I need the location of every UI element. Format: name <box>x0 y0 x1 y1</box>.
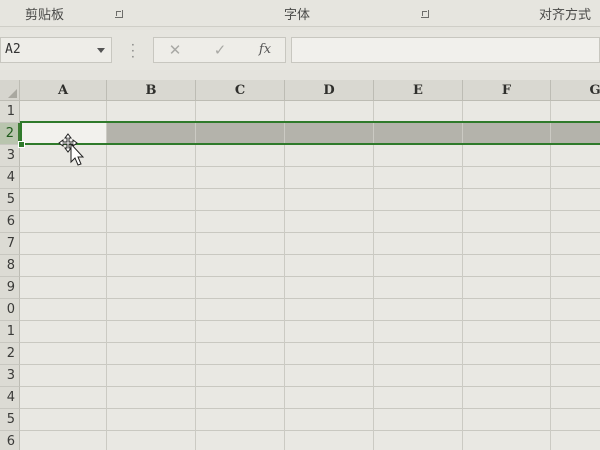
row-gridline <box>20 386 600 387</box>
font-launcher-icon[interactable] <box>421 10 429 18</box>
row-header[interactable]: 7 <box>0 233 20 255</box>
name-box[interactable]: A2 <box>0 37 112 63</box>
more-options-icon[interactable]: · · · <box>131 39 135 63</box>
column-header-a[interactable]: A <box>20 80 107 101</box>
row-gridline <box>20 166 600 167</box>
move-cursor-icon <box>58 133 85 166</box>
row-header[interactable]: 5 <box>0 189 20 211</box>
chevron-down-icon[interactable] <box>97 48 105 53</box>
row-gridline <box>20 342 600 343</box>
clipboard-launcher-icon[interactable] <box>115 10 123 18</box>
fill-handle[interactable] <box>18 141 25 148</box>
ribbon-group-bar: 剪贴板 字体 对齐方式 <box>0 0 600 27</box>
row-gridline <box>20 298 600 299</box>
row-header[interactable]: 4 <box>0 167 20 189</box>
ribbon-group-font: 字体 <box>284 8 311 23</box>
column-gridline <box>462 101 463 450</box>
column-gridline <box>284 101 285 450</box>
column-header-e[interactable]: E <box>374 80 463 101</box>
row-gridline <box>20 408 600 409</box>
column-header-c[interactable]: C <box>196 80 285 101</box>
row-gridline <box>20 188 600 189</box>
row-header[interactable]: 6 <box>0 211 20 233</box>
column-gridline <box>373 101 374 450</box>
row-header[interactable]: 6 <box>0 431 20 450</box>
ribbon-group-clipboard: 剪贴板 <box>25 8 65 23</box>
row-gridline <box>20 276 600 277</box>
formula-input[interactable] <box>291 37 600 63</box>
column-header-f[interactable]: F <box>463 80 551 101</box>
insert-function-button[interactable]: fx <box>250 40 280 60</box>
row-header[interactable]: 2 <box>0 123 20 145</box>
row-gridline <box>20 232 600 233</box>
spreadsheet-window: 剪贴板 字体 对齐方式 A2 · · · ✕ ✓ fx ABCDEFG 123456… <box>0 0 600 450</box>
select-all-button[interactable] <box>0 80 20 101</box>
column-gridline <box>195 101 196 450</box>
row-header[interactable]: 4 <box>0 387 20 409</box>
row-gridline <box>20 320 600 321</box>
row-header[interactable]: 8 <box>0 255 20 277</box>
cancel-icon[interactable]: ✕ <box>160 40 190 60</box>
formula-bar: A2 · · · ✕ ✓ fx <box>0 30 600 70</box>
row-header[interactable]: 9 <box>0 277 20 299</box>
column-gridline <box>106 101 107 450</box>
row-header[interactable]: 3 <box>0 365 20 387</box>
row-header[interactable]: 3 <box>0 145 20 167</box>
row-header[interactable]: 5 <box>0 409 20 431</box>
row-header[interactable]: 0 <box>0 299 20 321</box>
row-gridline <box>20 210 600 211</box>
formula-buttons: ✕ ✓ fx <box>153 37 286 63</box>
row-gridline <box>20 430 600 431</box>
column-header-d[interactable]: D <box>285 80 374 101</box>
column-header-g[interactable]: G <box>551 80 600 101</box>
row-header[interactable]: 1 <box>0 101 20 123</box>
name-box-value: A2 <box>5 42 21 57</box>
row-gridline <box>20 254 600 255</box>
column-gridline <box>550 101 551 450</box>
row-gridline <box>20 364 600 365</box>
column-header-b[interactable]: B <box>107 80 196 101</box>
row-header[interactable]: 2 <box>0 343 20 365</box>
selection-border <box>20 121 600 145</box>
enter-icon[interactable]: ✓ <box>205 40 235 60</box>
row-header[interactable]: 1 <box>0 321 20 343</box>
ribbon-group-alignment: 对齐方式 <box>539 8 592 23</box>
